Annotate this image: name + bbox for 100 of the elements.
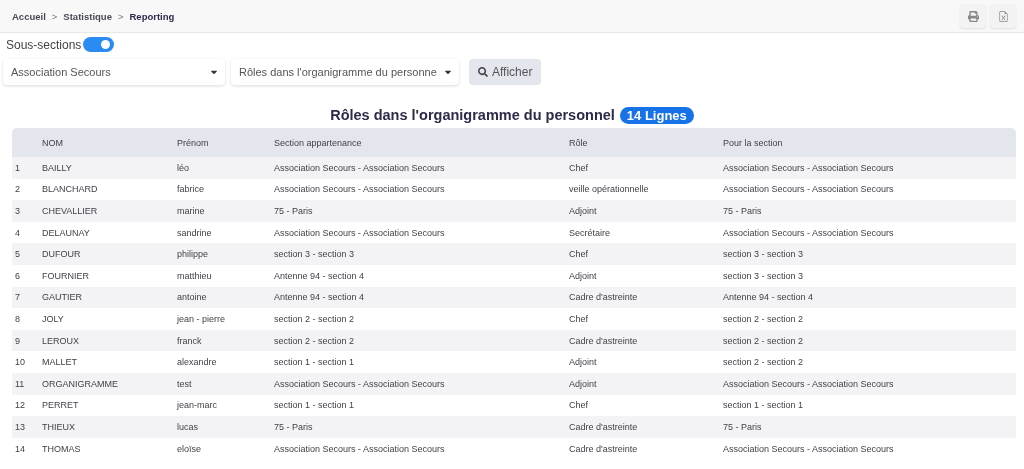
- table-cell-text: Association Secours - Association Secours: [722, 227, 895, 238]
- table-cell-text: BLANCHARD: [41, 184, 99, 195]
- table-cell-text: léo: [176, 162, 190, 173]
- print-button[interactable]: [960, 4, 986, 28]
- table-cell-text: THOMAS: [41, 443, 82, 454]
- breadcrumb-link[interactable]: Reporting: [129, 10, 175, 22]
- table-cell-text: test: [176, 378, 193, 389]
- row-count-badge: 14 Lignes: [619, 106, 694, 124]
- table-cell-text: section 1 - section 1: [722, 400, 805, 411]
- table-cell-text: section 3 - section 3: [722, 249, 805, 260]
- printer-icon: [967, 10, 979, 22]
- table-cell-text: 75 - Paris: [722, 206, 763, 216]
- table-cell-text: Adjoint: [568, 357, 598, 368]
- table-cell-text: section 2 - section 2: [722, 357, 805, 368]
- column-header: Prénom: [176, 137, 210, 148]
- table-cell-text: THIEUX: [41, 421, 76, 432]
- table-cell-text: section 2 - section 2: [722, 313, 805, 324]
- table-cell-text: 75 - Paris: [722, 421, 763, 432]
- table-cell-text: Cadre d'astreinte: [568, 292, 639, 303]
- table-cell-text: Chef: [568, 400, 589, 411]
- spreadsheet-export-button[interactable]: [990, 4, 1016, 28]
- table-cell-text: 75 - Paris: [273, 206, 314, 216]
- table-cell-text: sandrine: [176, 227, 213, 238]
- table-cell-text: franck: [176, 335, 203, 346]
- table-cell-text: Association Secours - Association Secours: [722, 184, 895, 195]
- row-number: 14: [14, 443, 26, 454]
- column-header: Rôle: [568, 137, 589, 148]
- table-cell-text: section 1 - section 1: [273, 357, 356, 368]
- table-cell-text: lucas: [176, 421, 199, 432]
- table-cell-text: FOURNIER: [41, 270, 90, 281]
- table-cell-text: PERRET: [41, 400, 80, 411]
- table-cell-text: section 1 - section 1: [273, 400, 356, 411]
- table-cell-text: Association Secours - Association Secours: [273, 184, 446, 195]
- table-cell-text: Chef: [568, 162, 589, 173]
- table-cell-text: GAUTIER: [41, 292, 83, 303]
- row-number: 7: [14, 292, 21, 303]
- row-number: 2: [14, 184, 21, 195]
- dropdown-select[interactable]: Rôles dans l'organigramme du personne: [231, 59, 459, 85]
- breadcrumb-link[interactable]: Statistique: [63, 10, 112, 22]
- dropdown-select[interactable]: Association Secours: [3, 59, 225, 85]
- table-cell-text: eloïse: [176, 443, 203, 454]
- table-cell-text: antoine: [176, 292, 208, 303]
- table-cell-text: BAILLY: [41, 162, 73, 173]
- show-button[interactable]: Afficher: [469, 59, 542, 85]
- table-cell-text: fabrice: [176, 184, 205, 195]
- table-cell-text: Chef: [568, 249, 589, 260]
- row-number: 12: [14, 400, 26, 411]
- row-number: 11: [14, 378, 26, 389]
- breadcrumb-link[interactable]: Accueil: [12, 10, 46, 22]
- table-cell-text: CHEVALLIER: [41, 206, 99, 216]
- table-cell-text: Antenne 94 - section 4: [273, 270, 366, 281]
- table-cell-text: DUFOUR: [41, 249, 82, 260]
- search-icon: [478, 67, 488, 77]
- table-cell-text: JOLY: [41, 313, 65, 324]
- table-cell-text: section 3 - section 3: [722, 270, 805, 281]
- table-cell-text: section 2 - section 2: [273, 313, 356, 324]
- table-cell-text: section 2 - section 2: [722, 335, 805, 346]
- row-number: 8: [14, 313, 21, 324]
- table-cell-text: Cadre d'astreinte: [568, 421, 639, 432]
- table-cell-text: Association Secours - Association Secours: [273, 378, 446, 389]
- table-cell-text: Association Secours - Association Secours: [273, 227, 446, 238]
- table-cell-text: marine: [176, 206, 206, 216]
- table-cell-text: Antenne 94 - section 4: [273, 292, 366, 303]
- table-cell-text: Cadre d'astreinte: [568, 335, 639, 346]
- table-cell-text: Antenne 94 - section 4: [722, 292, 815, 303]
- row-number: 13: [14, 421, 26, 432]
- column-header: NOM: [41, 137, 64, 148]
- spreadsheet-file-icon: [997, 10, 1009, 22]
- toggle-switch[interactable]: [83, 37, 115, 52]
- table-cell-text: Association Secours - Association Secours: [273, 443, 446, 454]
- column-header: Pour la section: [722, 137, 784, 148]
- table-cell-text: ORGANIGRAMME: [41, 378, 119, 389]
- toggle-label: Sous-sections: [6, 37, 82, 52]
- table-cell-text: Association Secours - Association Secours: [722, 378, 895, 389]
- table-cell-text: Association Secours - Association Secours: [722, 162, 895, 173]
- table-cell-text: matthieu: [176, 270, 213, 281]
- table-cell-text: LEROUX: [41, 335, 80, 346]
- table-cell-text: DELAUNAY: [41, 227, 91, 238]
- row-number: 5: [14, 249, 21, 260]
- table-cell-text: philippe: [176, 249, 210, 260]
- table-cell-text: Adjoint: [568, 270, 598, 281]
- table-cell-text: Association Secours - Association Secours: [722, 443, 895, 454]
- column-header: Section appartenance: [273, 137, 363, 148]
- breadcrumb-separator: >: [51, 10, 58, 22]
- row-number: 3: [14, 206, 21, 216]
- table-cell-text: Association Secours - Association Secours: [273, 162, 446, 173]
- report-title: Rôles dans l'organigramme du personnel: [330, 107, 615, 123]
- table-cell-text: veille opérationnelle: [568, 184, 650, 195]
- table-cell-text: MALLET: [41, 357, 78, 368]
- table-cell-text: Secrétaire: [568, 227, 612, 238]
- table-cell-text: Cadre d'astreinte: [568, 443, 639, 454]
- table-cell-text: Chef: [568, 313, 589, 324]
- row-number: 1: [14, 162, 21, 173]
- row-number: 9: [14, 335, 21, 346]
- table-cell-text: alexandre: [176, 357, 218, 368]
- table-cell-text: section 2 - section 2: [273, 335, 356, 346]
- table-cell-text: jean - pierre: [175, 313, 227, 324]
- breadcrumb-separator: >: [117, 10, 124, 22]
- table-cell-text: section 3 - section 3: [273, 249, 356, 260]
- table-cell-text: jean-marc: [175, 400, 218, 411]
